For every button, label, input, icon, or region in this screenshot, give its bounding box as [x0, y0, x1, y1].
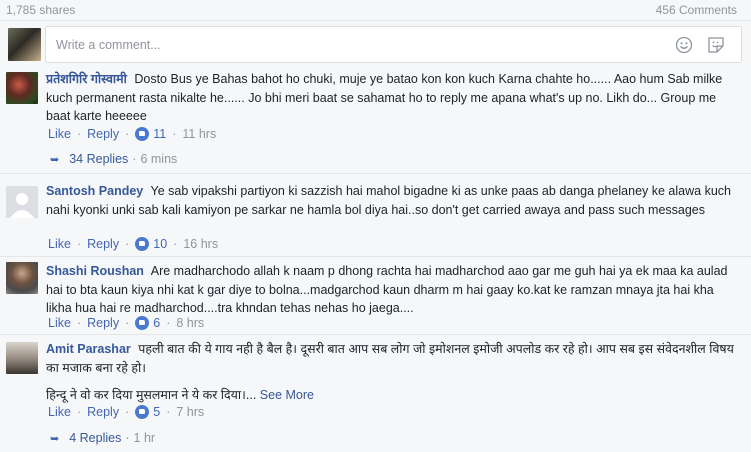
comment-actions: Like · Reply · 11 · 11 hrs [48, 127, 217, 141]
current-user-avatar[interactable] [8, 28, 41, 61]
divider [0, 334, 751, 335]
comment-body: Santosh Pandey Ye sab vipakshi partiyon … [46, 182, 737, 219]
commenter-avatar[interactable] [6, 262, 38, 294]
comment-body: Amit Parashar पहली बात की ये गाय नही है … [46, 340, 737, 405]
reply-button[interactable]: Reply [87, 127, 119, 141]
replies-row: ➥ 34 Replies · 6 mins [50, 152, 178, 166]
post-stats-bar: 1,785 shares 456 Comments [0, 0, 751, 20]
like-count[interactable]: 11 [153, 127, 166, 141]
like-count[interactable]: 10 [153, 237, 167, 251]
replies-row: ➥ 4 Replies · 1 hr [50, 431, 156, 445]
comment-input[interactable]: Write a comment... [45, 26, 742, 63]
comment-time[interactable]: 11 hrs [182, 127, 216, 141]
reply-button[interactable]: Reply [87, 316, 119, 330]
commenter-avatar[interactable] [6, 342, 38, 374]
comment-text-continued: हिन्दू ने वो कर दिया मुसलमान ने ये कर दि… [46, 388, 257, 402]
commenter-avatar[interactable] [6, 186, 38, 218]
comment-body: प्रतेशगिरि गोस्वामी Dosto Bus ye Bahas b… [46, 70, 737, 126]
like-button[interactable]: Like [48, 405, 71, 419]
see-more-link[interactable]: See More [260, 388, 314, 402]
like-badge-icon [135, 237, 150, 251]
comment-time[interactable]: 8 hrs [176, 316, 204, 330]
like-button[interactable]: Like [48, 237, 71, 251]
replies-time: 1 hr [133, 431, 156, 445]
like-badge-icon [135, 405, 150, 419]
comment-time[interactable]: 16 hrs [183, 237, 218, 251]
comment-text: Dosto Bus ye Bahas bahot ho chuki, muje … [46, 72, 723, 123]
smiley-icon[interactable] [675, 36, 693, 54]
comment-actions: Like · Reply · 6 · 8 hrs [48, 316, 205, 330]
comment-input-placeholder: Write a comment... [56, 38, 161, 52]
comment-actions: Like · Reply · 10 · 16 hrs [48, 237, 219, 251]
comment-text: Ye sab vipakshi partiyon ki sazzish hai … [46, 184, 731, 217]
divider [0, 256, 751, 257]
comment-actions: Like · Reply · 5 · 7 hrs [48, 405, 205, 419]
like-count[interactable]: 6 [153, 316, 160, 330]
commenter-avatar[interactable] [6, 72, 38, 104]
default-avatar-icon [6, 186, 38, 218]
comment-time[interactable]: 7 hrs [176, 405, 204, 419]
comment-author[interactable]: प्रतेशगिरि गोस्वामी [46, 72, 127, 86]
reply-button[interactable]: Reply [87, 405, 119, 419]
comments-count[interactable]: 456 Comments [656, 3, 737, 17]
divider [0, 20, 751, 21]
shares-count[interactable]: 1,785 shares [6, 3, 75, 17]
like-button[interactable]: Like [48, 316, 71, 330]
view-replies-link[interactable]: 4 Replies [69, 431, 121, 445]
view-replies-link[interactable]: 34 Replies [69, 152, 128, 166]
replies-time: 6 mins [140, 152, 178, 166]
reply-arrow-icon: ➥ [50, 432, 60, 445]
comment-text: पहली बात की ये गाय नही है बैल है। दूसरी … [46, 342, 734, 375]
comment-author[interactable]: Shashi Roushan [46, 264, 144, 278]
reply-button[interactable]: Reply [87, 237, 119, 251]
like-button[interactable]: Like [48, 127, 71, 141]
comment-author[interactable]: Santosh Pandey [46, 184, 143, 198]
like-badge-icon [135, 127, 150, 141]
like-badge-icon [135, 316, 150, 330]
comment-author[interactable]: Amit Parashar [46, 342, 131, 356]
comment-composer: Write a comment... [0, 26, 751, 64]
sticker-icon[interactable] [707, 36, 725, 54]
divider [0, 173, 751, 174]
comment-text: Are madharchodo allah k naam p dhong rac… [46, 264, 728, 315]
comment-body: Shashi Roushan Are madharchodo allah k n… [46, 262, 737, 318]
reply-arrow-icon: ➥ [50, 153, 60, 166]
like-count[interactable]: 5 [153, 405, 160, 419]
